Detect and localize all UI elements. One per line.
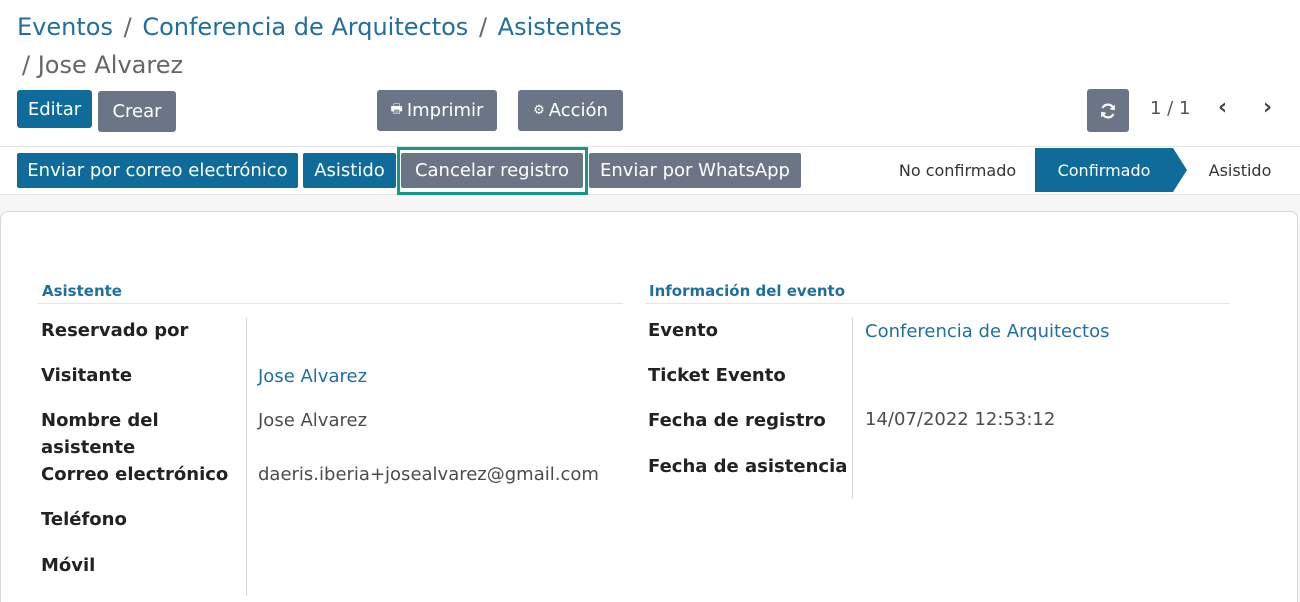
stage-arrow	[1173, 148, 1187, 192]
breadcrumb-eventos[interactable]: Eventos	[17, 13, 113, 41]
edit-button[interactable]: Editar	[17, 90, 92, 128]
refresh-button[interactable]	[1087, 89, 1129, 132]
event-info-column-divider	[852, 318, 853, 498]
print-icon: 🖶	[390, 101, 403, 117]
gear-icon: ⚙	[533, 103, 545, 118]
visitor-label: Visitante	[41, 365, 133, 386]
event-link[interactable]: Conferencia de Arquitectos	[865, 318, 1109, 345]
breadcrumb-separator: /	[123, 13, 132, 41]
print-button[interactable]: 🖶 Imprimir	[377, 90, 497, 131]
attendee-group-divider	[38, 303, 623, 304]
mobile-label: Móvil	[41, 555, 96, 576]
chevron-right-icon[interactable]: ›	[1263, 95, 1272, 120]
breadcrumb-separator: /	[478, 13, 488, 41]
chevron-left-icon[interactable]: ‹	[1218, 95, 1227, 120]
attendee-name-label: Nombre del asistente	[41, 410, 159, 458]
create-button[interactable]: Crear	[98, 91, 176, 132]
email-label: Correo electrónico	[41, 464, 229, 485]
email-value: daeris.iberia+josealvarez@gmail.com	[258, 464, 599, 485]
registration-date-value: 14/07/2022 12:53:12	[865, 409, 1056, 430]
pager-value: 1 / 1	[1150, 98, 1191, 119]
attendee-group-title: Asistente	[42, 282, 122, 300]
print-label: Imprimir	[406, 100, 484, 121]
visitor-link[interactable]: Jose Alvarez	[258, 363, 367, 390]
registration-date-label: Fecha de registro	[648, 410, 826, 431]
event-label: Evento	[648, 320, 719, 341]
breadcrumb: Eventos / Conferencia de Arquitectos / A…	[17, 10, 622, 44]
phone-label: Teléfono	[41, 509, 127, 530]
breadcrumb-conferencia[interactable]: Conferencia de Arquitectos	[142, 13, 468, 41]
attendee-column-divider	[246, 318, 247, 596]
attended-button[interactable]: Asistido	[303, 153, 396, 188]
stage-attended[interactable]: Asistido	[1190, 148, 1290, 192]
booked-by-label: Reservado por	[41, 320, 189, 341]
breadcrumb-current: / Jose Alvarez	[22, 51, 184, 79]
ticket-label: Ticket Evento	[648, 365, 786, 386]
stage-confirmed[interactable]: Confirmado	[1035, 148, 1173, 192]
send-email-button[interactable]: Enviar por correo electrónico	[17, 153, 298, 188]
send-whatsapp-button[interactable]: Enviar por WhatsApp	[589, 153, 801, 188]
event-info-group-title: Información del evento	[649, 282, 846, 300]
event-info-group-divider	[645, 303, 1230, 304]
breadcrumb-asistentes[interactable]: Asistentes	[498, 13, 622, 41]
highlight-frame	[397, 147, 588, 195]
refresh-icon	[1101, 103, 1115, 118]
attendance-date-label: Fecha de asistencia	[648, 456, 848, 477]
stage-unconfirmed[interactable]: No confirmado	[880, 148, 1035, 192]
action-button[interactable]: ⚙ Acción	[518, 90, 623, 131]
attendee-name-value: Jose Alvarez	[258, 410, 368, 431]
action-label: Acción	[548, 100, 608, 121]
